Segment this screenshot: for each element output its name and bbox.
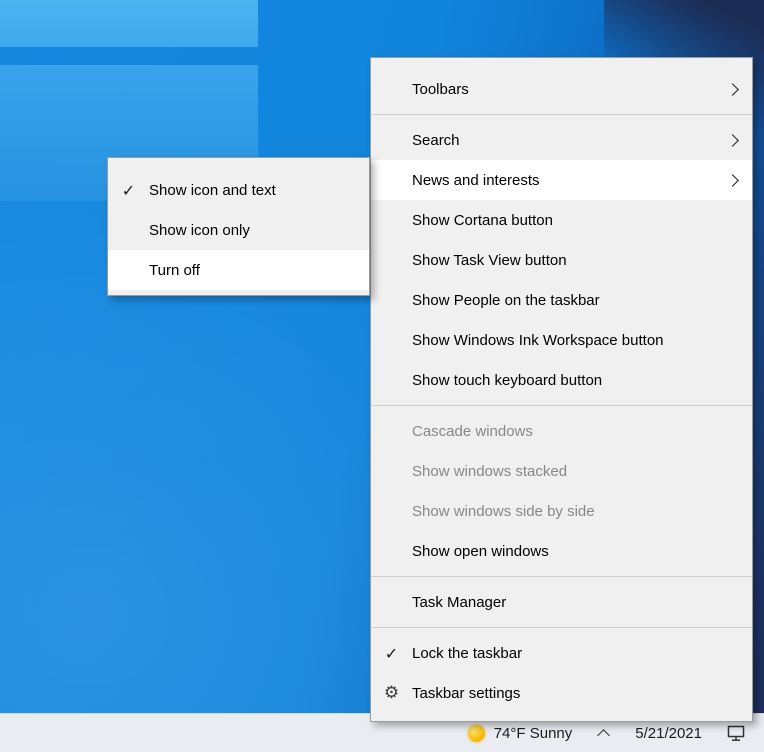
menu-separator [371, 576, 752, 577]
menu-item-toolbars[interactable]: Toolbars [371, 69, 752, 109]
menu-item-label: Show Cortana button [412, 211, 553, 229]
menu-item-show-people-on-taskbar[interactable]: Show People on the taskbar [371, 280, 752, 320]
menu-item-cascade-windows: Cascade windows [371, 411, 752, 451]
menu-item-label: Lock the taskbar [412, 644, 523, 662]
menu-item-show-open-windows[interactable]: Show open windows [371, 531, 752, 571]
chevron-right-icon [726, 82, 739, 96]
menu-item-label: Show People on the taskbar [412, 291, 600, 309]
menu-item-show-cortana-button[interactable]: Show Cortana button [371, 200, 752, 240]
menu-item-label: Show windows side by side [412, 502, 595, 520]
taskbar-context-menu: Toolbars Search News and interests Show … [370, 57, 753, 722]
menu-separator [371, 114, 752, 115]
menu-item-label: News and interests [412, 171, 540, 189]
submenu-item-turn-off[interactable]: Turn off [108, 250, 369, 290]
menu-item-label: Turn off [149, 261, 200, 279]
weather-label: 74°F Sunny [493, 724, 573, 742]
menu-item-label: Taskbar settings [412, 684, 521, 702]
menu-item-show-touch-keyboard-button[interactable]: Show touch keyboard button [371, 360, 752, 400]
checkmark-icon: ✓ [121, 180, 136, 200]
menu-item-label: Show Windows Ink Workspace button [412, 331, 664, 349]
chevron-right-icon [726, 173, 739, 187]
menu-item-show-windows-side-by-side: Show windows side by side [371, 491, 752, 531]
date-label: 5/21/2021 [635, 724, 702, 742]
menu-item-show-task-view-button[interactable]: Show Task View button [371, 240, 752, 280]
gear-icon: ⚙ [383, 683, 400, 703]
tray-display-icon [727, 725, 745, 741]
menu-item-label: Task Manager [412, 593, 507, 611]
menu-separator [371, 627, 752, 628]
menu-item-show-windows-ink-workspace-button[interactable]: Show Windows Ink Workspace button [371, 320, 752, 360]
menu-item-taskbar-settings[interactable]: ⚙ Taskbar settings [371, 673, 752, 713]
menu-item-search[interactable]: Search [371, 120, 752, 160]
sun-icon [467, 724, 485, 742]
menu-item-label: Show windows stacked [412, 462, 568, 480]
menu-item-label: Show open windows [412, 542, 549, 560]
menu-item-label: Toolbars [412, 80, 469, 98]
news-and-interests-submenu: ✓ Show icon and text Show icon only Turn… [107, 157, 370, 296]
menu-item-label: Show icon only [149, 221, 250, 239]
checkmark-icon: ✓ [384, 643, 399, 663]
chevron-up-icon [597, 728, 611, 742]
chevron-right-icon [726, 133, 739, 147]
menu-item-label: Show touch keyboard button [412, 371, 603, 389]
menu-separator [371, 405, 752, 406]
screen: 74°F Sunny 5/21/2021 Toolbars Search New… [0, 0, 764, 752]
submenu-item-show-icon-only[interactable]: Show icon only [108, 210, 369, 250]
menu-item-label: Show icon and text [149, 181, 276, 199]
menu-item-task-manager[interactable]: Task Manager [371, 582, 752, 622]
menu-item-lock-the-taskbar[interactable]: ✓ Lock the taskbar [371, 633, 752, 673]
submenu-item-show-icon-and-text[interactable]: ✓ Show icon and text [108, 170, 369, 210]
menu-item-label: Cascade windows [412, 422, 533, 440]
menu-item-label: Search [412, 131, 460, 149]
menu-item-label: Show Task View button [412, 251, 567, 269]
menu-item-show-windows-stacked: Show windows stacked [371, 451, 752, 491]
menu-item-news-and-interests[interactable]: News and interests [371, 160, 752, 200]
